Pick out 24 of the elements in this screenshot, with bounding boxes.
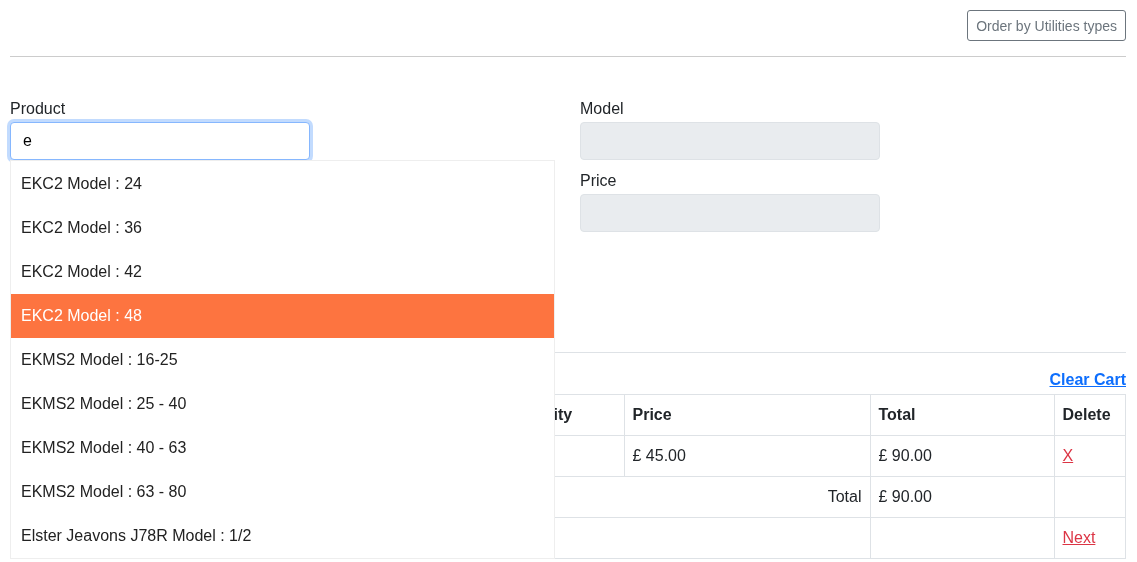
delete-link[interactable]: X bbox=[1062, 447, 1074, 464]
next-link[interactable]: Next bbox=[1062, 529, 1096, 546]
suggestion-item[interactable]: EKC2 Model : 42 bbox=[11, 250, 554, 294]
table-cell: £ 90.00 bbox=[878, 447, 932, 464]
suggestion-item[interactable]: EKMS2 Model : 16-25 bbox=[11, 338, 554, 382]
field-label: Product bbox=[10, 100, 67, 118]
suggestion-item[interactable]: EKC2 Model : 36 bbox=[11, 206, 554, 250]
suggestion-item[interactable]: EKMS2 Model : 63 - 80 bbox=[11, 470, 554, 514]
column-header: Price bbox=[632, 406, 672, 423]
column-header: Total bbox=[878, 406, 916, 423]
product-field[interactable]: e bbox=[10, 122, 310, 160]
suggestion-item[interactable]: EKC2 Model : 24 bbox=[11, 162, 554, 206]
field-label: Model bbox=[580, 100, 625, 118]
column-header: ity bbox=[553, 406, 573, 423]
clear-cart-link[interactable]: Clear Cart bbox=[1049, 371, 1126, 393]
table-cell: £ 45.00 bbox=[632, 447, 686, 464]
column-header: Delete bbox=[1062, 406, 1111, 423]
field-label: Price bbox=[580, 172, 618, 190]
suggestion-item[interactable]: Elster Jeavons J78R Model : 1/2 bbox=[11, 514, 554, 558]
table-cell: £ 90.00 bbox=[878, 488, 932, 505]
suggestion-item[interactable]: EKMS2 Model : 25 - 40 bbox=[11, 382, 554, 426]
order-button[interactable]: Order by Utilities types bbox=[967, 10, 1126, 41]
suggestion-item[interactable]: EKMS2 Model : 40 - 63 bbox=[11, 426, 554, 470]
total-label: Total bbox=[827, 488, 862, 505]
